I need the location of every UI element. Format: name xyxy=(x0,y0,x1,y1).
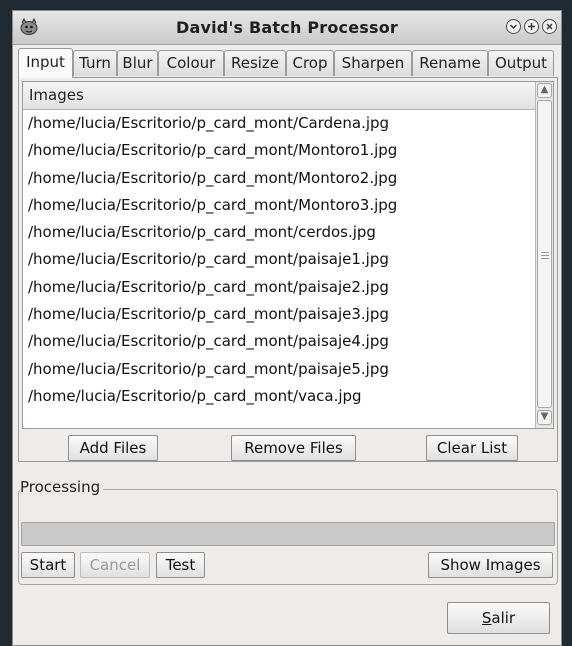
images-column-header[interactable]: Images xyxy=(23,82,535,110)
cancel-button[interactable]: Cancel xyxy=(80,552,150,578)
start-button[interactable]: Start xyxy=(21,552,75,578)
images-scrollbar[interactable]: ▲ ▼ xyxy=(535,82,553,428)
maximize-icon[interactable] xyxy=(524,19,539,34)
list-item[interactable]: /home/lucia/Escritorio/p_card_mont/Monto… xyxy=(23,137,535,164)
title-bar[interactable]: David's Batch Processor xyxy=(13,11,561,45)
tab-blur[interactable]: Blur xyxy=(117,50,158,76)
progress-bar xyxy=(21,522,555,546)
tab-input[interactable]: Input xyxy=(18,48,73,78)
grip-line xyxy=(541,258,549,259)
list-item[interactable]: /home/lucia/Escritorio/p_card_mont/paisa… xyxy=(23,301,535,328)
grip-line xyxy=(541,252,549,253)
list-item[interactable]: /home/lucia/Escritorio/p_card_mont/Monto… xyxy=(23,165,535,192)
quit-button[interactable]: Salir xyxy=(447,602,550,634)
app-window: David's Batch Processor Input Turn Blur … xyxy=(12,10,562,646)
minimize-icon[interactable] xyxy=(506,19,521,34)
close-icon[interactable] xyxy=(542,19,557,34)
add-files-button[interactable]: Add Files xyxy=(68,435,158,461)
window-title: David's Batch Processor xyxy=(176,18,398,37)
tab-output[interactable]: Output xyxy=(488,50,554,76)
list-item[interactable]: /home/lucia/Escritorio/p_card_mont/vaca.… xyxy=(23,383,535,410)
images-list[interactable]: Images /home/lucia/Escritorio/p_card_mon… xyxy=(22,81,554,429)
scrollbar-thumb[interactable] xyxy=(537,100,552,408)
list-item[interactable]: /home/lucia/Escritorio/p_card_mont/paisa… xyxy=(23,356,535,383)
tab-resize[interactable]: Resize xyxy=(224,50,286,76)
images-list-body: /home/lucia/Escritorio/p_card_mont/Carde… xyxy=(23,110,535,410)
input-tab-panel: Images /home/lucia/Escritorio/p_card_mon… xyxy=(18,77,558,462)
tab-sharpen[interactable]: Sharpen xyxy=(334,50,412,76)
scroll-down-icon[interactable]: ▼ xyxy=(537,410,552,425)
list-item[interactable]: /home/lucia/Escritorio/p_card_mont/paisa… xyxy=(23,328,535,355)
remove-files-button[interactable]: Remove Files xyxy=(231,435,356,461)
processing-label: Processing xyxy=(20,478,104,496)
list-item[interactable]: /home/lucia/Escritorio/p_card_mont/Carde… xyxy=(23,110,535,137)
tab-bar: Input Turn Blur Colour Resize Crop Sharp… xyxy=(18,48,562,78)
quit-mnemonic: S xyxy=(481,609,492,627)
show-images-button[interactable]: Show Images xyxy=(428,552,553,578)
test-button[interactable]: Test xyxy=(156,552,205,578)
clear-list-button[interactable]: Clear List xyxy=(426,435,518,461)
tab-rename[interactable]: Rename xyxy=(412,50,488,76)
tab-turn[interactable]: Turn xyxy=(73,50,117,76)
tab-crop[interactable]: Crop xyxy=(286,50,334,76)
tab-colour[interactable]: Colour xyxy=(158,50,224,76)
list-item[interactable]: /home/lucia/Escritorio/p_card_mont/Monto… xyxy=(23,192,535,219)
list-item[interactable]: /home/lucia/Escritorio/p_card_mont/paisa… xyxy=(23,274,535,301)
quit-label: alir xyxy=(491,609,516,627)
scroll-up-icon[interactable]: ▲ xyxy=(537,83,552,98)
grip-line xyxy=(541,255,549,256)
processing-group: Processing Start Cancel Test Show Images xyxy=(18,478,558,585)
list-item[interactable]: /home/lucia/Escritorio/p_card_mont/paisa… xyxy=(23,246,535,273)
list-item[interactable]: /home/lucia/Escritorio/p_card_mont/cerdo… xyxy=(23,219,535,246)
